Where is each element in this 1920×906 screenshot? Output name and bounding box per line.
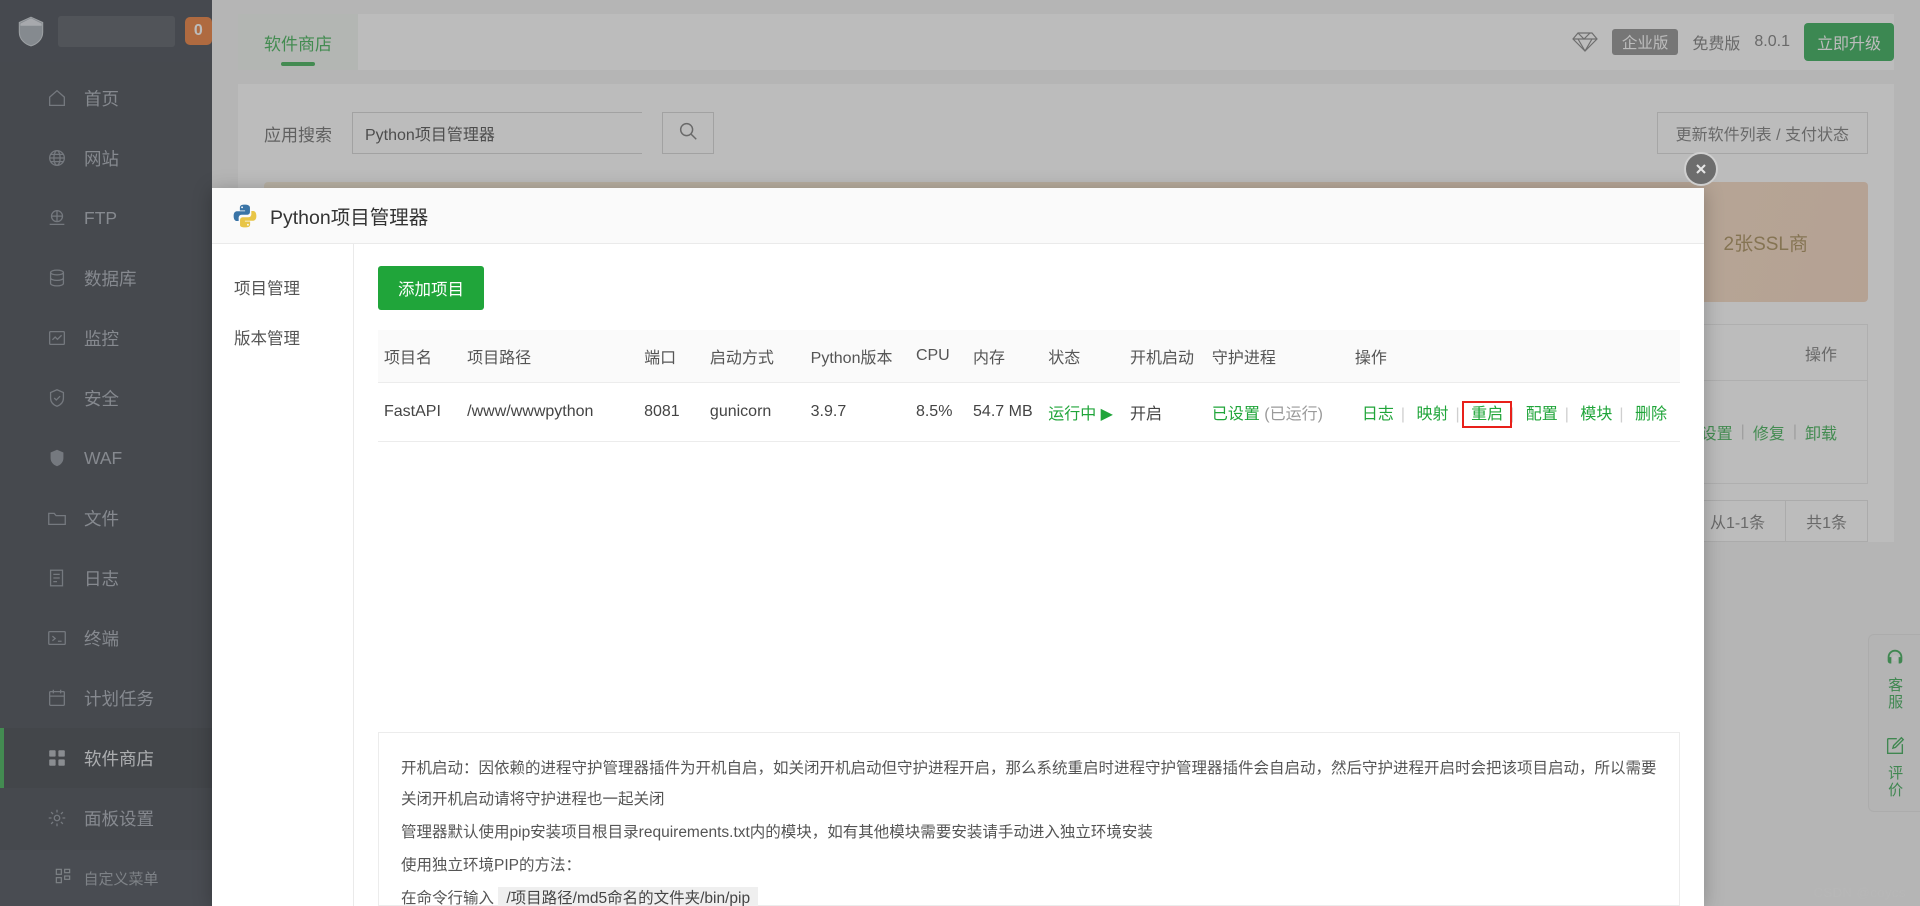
op-separator: | — [1455, 406, 1460, 423]
status-text: 运行中 — [1048, 406, 1097, 423]
help-notes: 开机启动：因依赖的进程守护管理器插件为开机自启，如关闭开机启动但守护进程开启，那… — [378, 732, 1680, 906]
note-line-4-label: 在命令行输入 — [401, 890, 495, 906]
op-config-link[interactable]: 配置 — [1519, 406, 1565, 423]
add-project-button[interactable]: 添加项目 — [378, 266, 484, 310]
note-line-2: 管理器默认使用pip安装项目根目录requirements.txt内的模块，如有… — [401, 824, 1153, 841]
col-operations: 操作 — [1348, 330, 1680, 383]
op-mapping-link[interactable]: 映射 — [1409, 406, 1455, 423]
col-start-mode: 启动方式 — [703, 330, 805, 383]
note-line-1: 开机启动：因依赖的进程守护管理器插件为开机自启，如关闭开机启动但守护进程开启，那… — [401, 760, 1657, 808]
col-project-name: 项目名 — [378, 330, 462, 383]
op-separator: | — [1510, 406, 1515, 423]
op-modules-link[interactable]: 模块 — [1573, 406, 1619, 423]
cell-boot-start[interactable]: 开启 — [1124, 382, 1206, 442]
screen-root: 0 首页 网站 FTP 数据库 监控 安全 WAF 文件 日志 终端 计划任务 … — [0, 0, 1920, 906]
daemon-note: (已运行) — [1264, 406, 1323, 423]
dialog-title: Python项目管理器 — [270, 207, 429, 229]
col-cpu: CPU — [909, 330, 968, 383]
cell-cpu: 8.5% — [909, 382, 968, 442]
python-project-manager-dialog: Python项目管理器 项目管理 版本管理 添加项目 项目名 项目路径 端口 启… — [212, 152, 1718, 906]
note-line-3: 使用独立环境PIP的方法： — [401, 857, 581, 874]
cell-daemon[interactable]: 已设置 (已运行) — [1205, 382, 1349, 442]
table-header-row: 项目名 项目路径 端口 启动方式 Python版本 CPU 内存 状态 开机启动… — [378, 330, 1680, 383]
cell-project-path[interactable]: /www/wwwpython — [461, 382, 639, 442]
cell-port: 8081 — [638, 382, 704, 442]
dialog-nav-label: 版本管理 — [234, 330, 300, 348]
op-separator: | — [1619, 406, 1624, 423]
op-separator: | — [1564, 406, 1569, 423]
col-memory: 内存 — [967, 330, 1043, 383]
dialog-nav-project-management[interactable]: 项目管理 — [212, 262, 353, 312]
cell-operations: 日志 | 映射 | 重启 | 配置 | 模块 | 删除 — [1348, 382, 1680, 442]
cell-start-mode: gunicorn — [703, 382, 805, 442]
dialog-main-area: 添加项目 项目名 项目路径 端口 启动方式 Python版本 CPU 内存 状态 — [354, 244, 1704, 906]
col-project-path: 项目路径 — [461, 330, 639, 383]
note-line-4: 在命令行输入 /项目路径/md5命名的文件夹/bin/pip — [401, 883, 1657, 906]
cell-memory: 54.7 MB — [967, 382, 1043, 442]
col-status: 状态 — [1042, 330, 1125, 383]
note-line-4-code: /项目路径/md5命名的文件夹/bin/pip — [498, 887, 759, 906]
dialog-body: 项目管理 版本管理 添加项目 项目名 项目路径 端口 启动方式 Python版本… — [212, 244, 1704, 906]
col-boot-start: 开机启动 — [1124, 330, 1206, 383]
col-daemon: 守护进程 — [1205, 330, 1349, 383]
close-icon[interactable] — [1684, 152, 1718, 186]
table-row: FastAPI /www/wwwpython 8081 gunicorn 3.9… — [378, 382, 1680, 442]
cell-project-name: FastAPI — [378, 382, 462, 442]
project-table: 项目名 项目路径 端口 启动方式 Python版本 CPU 内存 状态 开机启动… — [378, 330, 1680, 442]
op-restart-link[interactable]: 重启 — [1462, 401, 1513, 428]
dialog-nav-label: 项目管理 — [234, 280, 300, 298]
play-icon[interactable]: ▶ — [1101, 406, 1113, 423]
op-separator: | — [1400, 406, 1406, 423]
cell-status[interactable]: 运行中 ▶ — [1042, 382, 1125, 442]
python-icon — [232, 203, 258, 229]
op-delete-link[interactable]: 删除 — [1628, 406, 1674, 423]
col-port: 端口 — [638, 330, 704, 383]
dialog-header: Python项目管理器 — [212, 188, 1704, 244]
watermark: CSDN @coycs — [1813, 885, 1906, 900]
cell-python-version: 3.9.7 — [804, 382, 910, 442]
op-log-link[interactable]: 日志 — [1355, 406, 1401, 423]
daemon-status: 已设置 — [1211, 406, 1260, 423]
col-python-version: Python版本 — [804, 330, 910, 383]
dialog-side-nav: 项目管理 版本管理 — [212, 244, 354, 906]
dialog-nav-version-management[interactable]: 版本管理 — [212, 312, 353, 362]
